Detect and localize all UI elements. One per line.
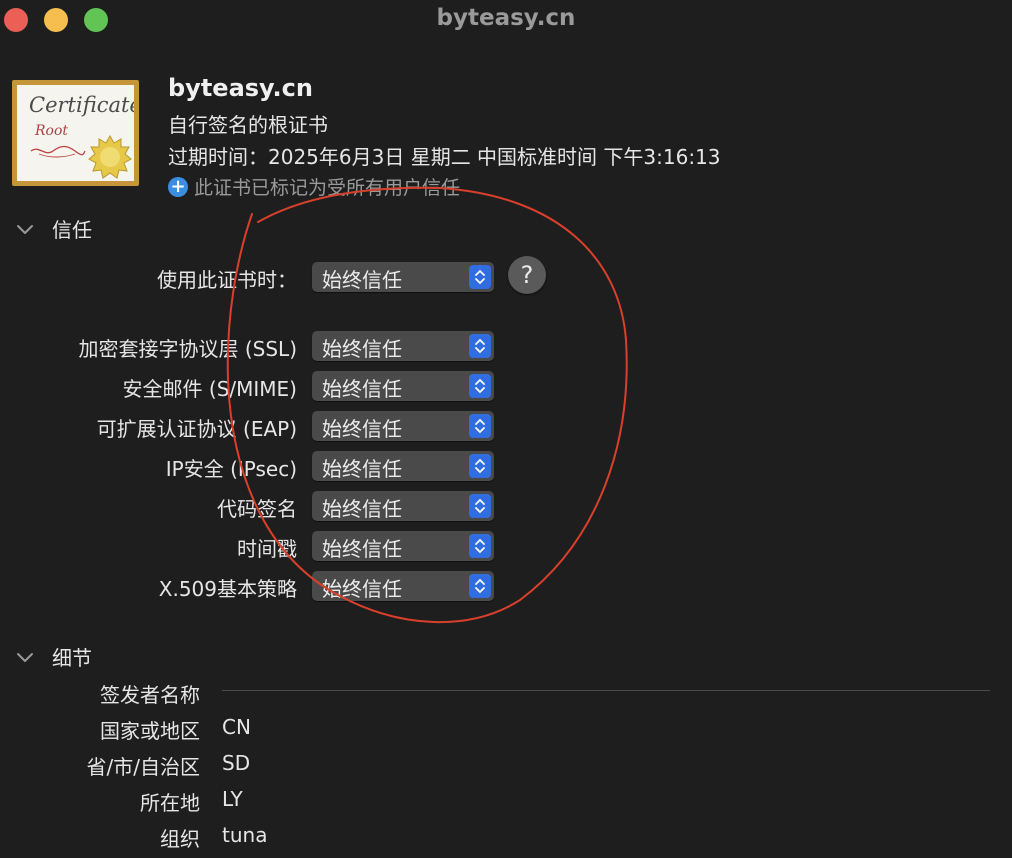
popup-value: 始终信任 [322, 417, 402, 441]
window-title: byteasy.cn [436, 5, 576, 31]
trust-row-label: 时间戳 [237, 537, 297, 561]
trust-row-popup[interactable]: 始终信任 [312, 571, 494, 601]
help-button[interactable]: ? [508, 256, 546, 294]
trust-row-label: X.509基本策略 [158, 577, 297, 601]
trust-row-label: 可扩展认证协议 (EAP) [96, 417, 297, 441]
detail-label: 所在地 [140, 791, 200, 815]
detail-label: 省/市/自治区 [86, 755, 200, 779]
trust-row-label: 加密套接字协议层 (SSL) [78, 337, 298, 361]
detail-value: CN [222, 715, 251, 739]
trust-row-popup[interactable]: 始终信任 [312, 371, 494, 401]
trust-row-popup[interactable]: 始终信任 [312, 451, 494, 481]
popup-value: 始终信任 [322, 577, 402, 601]
details-section-header[interactable]: 细节 [14, 642, 92, 671]
certificate-kind: 自行签名的根证书 [168, 113, 328, 137]
stepper-icon [469, 494, 491, 518]
use-cert-label: 使用此证书时： [157, 268, 297, 292]
trust-row-label: 安全邮件 (S/MIME) [122, 377, 297, 401]
detail-label: 组织 [160, 827, 200, 851]
title-bar: byteasy.cn [0, 0, 1012, 40]
trust-row-popup[interactable]: 始终信任 [312, 531, 494, 561]
stepper-icon [469, 334, 491, 358]
popup-value: 始终信任 [322, 377, 402, 401]
issuer-heading: 签发者名称 [100, 683, 200, 707]
popup-value: 始终信任 [322, 337, 402, 361]
certificate-name: byteasy.cn [168, 74, 313, 102]
trust-row-label: 代码签名 [217, 497, 297, 521]
popup-value: 始终信任 [322, 497, 402, 521]
stepper-icon [469, 534, 491, 558]
stepper-icon [469, 454, 491, 478]
plus-icon: + [168, 176, 188, 197]
chevron-down-icon [17, 224, 33, 234]
certificate-icon-subtitle: Root [35, 123, 69, 139]
use-cert-popup[interactable]: 始终信任 [312, 262, 494, 292]
certificate-icon: Certificate Root [12, 80, 139, 186]
trust-section-header[interactable]: 信任 [14, 214, 92, 243]
popup-value: 始终信任 [322, 457, 402, 481]
trust-section-title: 信任 [52, 218, 92, 242]
trust-note: + 此证书已标记为受所有用户信任 [168, 173, 460, 200]
popup-value: 始终信任 [322, 537, 402, 561]
stepper-icon [469, 265, 491, 289]
stepper-icon [469, 574, 491, 598]
detail-label: 国家或地区 [100, 719, 200, 743]
popup-value: 始终信任 [322, 268, 402, 292]
trust-note-text: 此证书已标记为受所有用户信任 [194, 177, 461, 199]
detail-value: SD [222, 751, 251, 775]
certificate-icon-title: Certificate [29, 93, 134, 117]
details-section-title: 细节 [52, 646, 92, 670]
trust-row-popup[interactable]: 始终信任 [312, 491, 494, 521]
stepper-icon [469, 374, 491, 398]
certificate-flourish-icon [30, 145, 86, 158]
stepper-icon [469, 414, 491, 438]
trust-row-popup[interactable]: 始终信任 [312, 411, 494, 441]
trust-row-label: IP安全 (IPsec) [165, 457, 297, 481]
trust-row-popup[interactable]: 始终信任 [312, 331, 494, 361]
detail-value: LY [222, 787, 243, 811]
certificate-expiry: 过期时间：2025年6月3日 星期二 中国标准时间 下午3:16:13 [168, 145, 721, 169]
divider [222, 690, 990, 691]
gold-seal-icon [88, 135, 132, 179]
detail-value: tuna [222, 823, 268, 847]
chevron-down-icon [17, 652, 33, 662]
